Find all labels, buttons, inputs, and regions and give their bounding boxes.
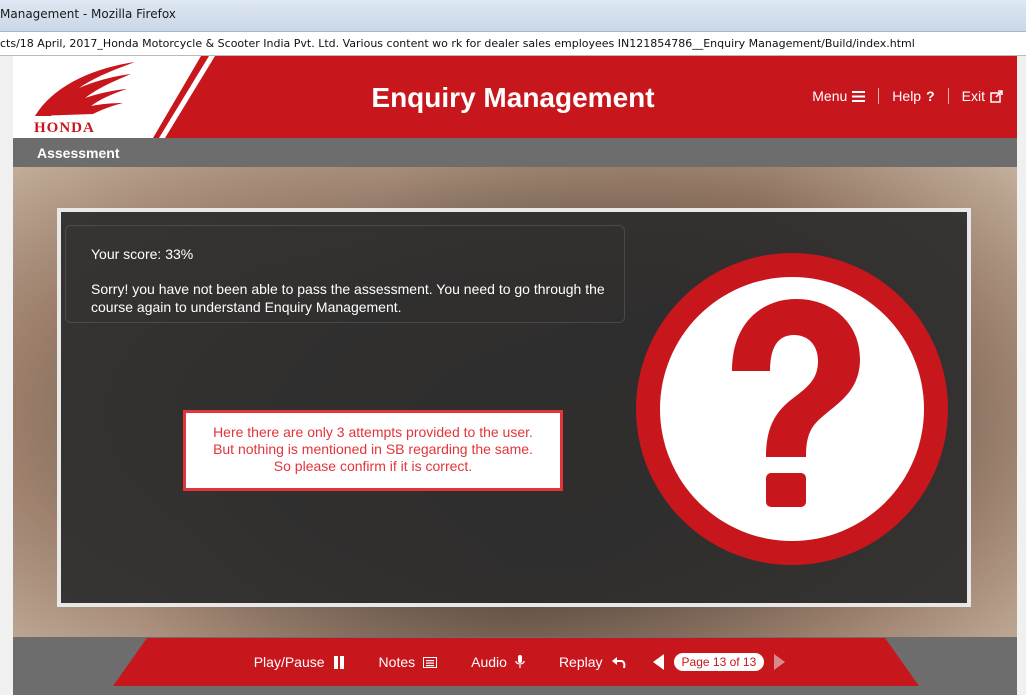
result-panel: Your score: 33% Sorry! you have not been…: [57, 208, 971, 607]
top-navigation: Menu Help ? Exit: [799, 88, 1003, 104]
exit-label: Exit: [961, 88, 985, 104]
notes-icon: [423, 656, 438, 668]
result-message: Sorry! you have not been able to pass th…: [91, 281, 605, 315]
microphone-icon: [515, 655, 525, 668]
replay-label: Replay: [558, 654, 603, 670]
help-button[interactable]: Help ?: [879, 88, 947, 104]
menu-button[interactable]: Menu: [799, 88, 878, 104]
logo-wordmark: HONDA: [34, 120, 95, 136]
hamburger-icon: [852, 90, 866, 102]
exit-button[interactable]: Exit: [949, 88, 1003, 104]
pause-icon: [333, 655, 344, 669]
question-mark-icon: [636, 253, 948, 565]
review-note-line: But nothing is mentioned in SB regarding…: [213, 441, 533, 457]
page-indicator: Page 13 of 13: [673, 653, 765, 671]
menu-label: Menu: [812, 88, 848, 104]
next-arrow-icon[interactable]: [774, 654, 786, 670]
help-icon: ?: [926, 88, 935, 104]
address-bar[interactable]: cts/18 April, 2017_Honda Motorcycle & Sc…: [0, 32, 1026, 56]
window-title: Management - Mozilla Firefox: [0, 7, 176, 21]
notes-button[interactable]: Notes: [379, 654, 438, 670]
review-note: Here there are only 3 attempts provided …: [183, 410, 563, 491]
score-text: Your score: 33%: [91, 246, 194, 262]
review-note-line: So please confirm if it is correct.: [273, 458, 473, 474]
audio-button[interactable]: Audio: [471, 654, 525, 670]
footer-controls: Play/Pause Notes Audio Replay Page 13 of…: [113, 638, 919, 686]
browser-titlebar: Management - Mozilla Firefox: [0, 0, 1026, 32]
section-label: Assessment: [37, 145, 120, 161]
prev-arrow-icon[interactable]: [652, 654, 664, 670]
stage-background: Your score: 33% Sorry! you have not been…: [13, 167, 1017, 637]
review-note-line: Here there are only 3 attempts provided …: [213, 424, 533, 440]
play-pause-label: Play/Pause: [253, 654, 325, 670]
external-link-icon: [990, 89, 1003, 103]
section-bar: Assessment: [13, 138, 1017, 167]
help-label: Help: [892, 88, 922, 104]
course-viewport: HONDA Enquiry Management Menu Help ? Exi…: [13, 56, 1017, 695]
course-header: HONDA Enquiry Management Menu Help ? Exi…: [13, 56, 1017, 138]
url-text[interactable]: cts/18 April, 2017_Honda Motorcycle & Sc…: [0, 37, 915, 50]
play-pause-button[interactable]: Play/Pause: [254, 654, 345, 670]
audio-label: Audio: [471, 654, 507, 670]
player-controls: Play/Pause Notes Audio Replay Page 13 of…: [113, 638, 919, 686]
replay-button[interactable]: Replay: [559, 654, 626, 670]
notes-label: Notes: [378, 654, 416, 670]
course-title-text: Enquiry Management: [371, 82, 655, 113]
replay-icon: [611, 656, 625, 668]
